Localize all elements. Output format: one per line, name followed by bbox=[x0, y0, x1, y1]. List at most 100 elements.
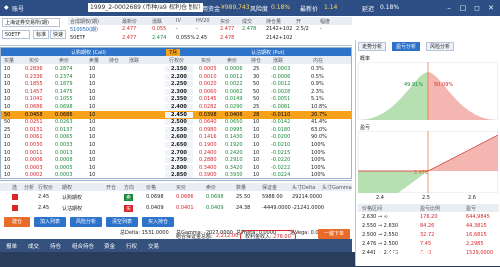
chain-cell[interactable]: 10 bbox=[89, 74, 95, 80]
chain-cell[interactable]: 0.0263 bbox=[55, 119, 73, 125]
chain-cell[interactable]: 10 bbox=[89, 172, 95, 178]
chain-cell[interactable]: 10 bbox=[89, 89, 95, 95]
maximize-icon[interactable]: □ bbox=[458, 3, 468, 13]
chain-cell[interactable]: 0.1475 bbox=[55, 89, 73, 95]
chain-cell[interactable]: 25 bbox=[4, 127, 10, 133]
minimize-icon[interactable]: – bbox=[444, 3, 454, 13]
chain-cell[interactable]: 0.0251 bbox=[25, 119, 43, 125]
chain-cell[interactable]: 0.0131 bbox=[25, 127, 43, 133]
chain-cell[interactable]: 0.2910 bbox=[225, 157, 243, 163]
leg-side[interactable]: 卖 bbox=[124, 194, 134, 201]
chain-cell[interactable]: 0.0020 bbox=[199, 81, 217, 87]
chain-cell[interactable]: 0.3% bbox=[311, 66, 324, 72]
chain-cell[interactable]: 50 bbox=[253, 89, 259, 95]
chain-cell[interactable]: 0.0282 bbox=[199, 104, 217, 110]
chain-cell[interactable]: 0.1416 bbox=[199, 134, 217, 140]
tab-funds[interactable]: 资金 bbox=[104, 242, 115, 250]
buy-position-button[interactable]: 买入持仓 bbox=[142, 217, 174, 227]
chain-cell[interactable]: 10 bbox=[253, 150, 259, 156]
chain-cell[interactable]: 0.0006 bbox=[225, 66, 243, 72]
tab-pnl[interactable]: 盈亏分析 bbox=[392, 42, 421, 51]
chain-cell[interactable]: 0.1920 bbox=[225, 142, 243, 148]
chain-cell[interactable]: 10 bbox=[89, 66, 95, 72]
chain-cell[interactable]: 0.0458 bbox=[25, 112, 43, 118]
chain-cell[interactable]: -0.0028 bbox=[271, 89, 290, 95]
chain-cell[interactable]: 0.0022 bbox=[225, 81, 243, 87]
chain-cell[interactable]: 0.0060 bbox=[199, 89, 217, 95]
chain-cell[interactable]: 10 bbox=[253, 134, 259, 140]
chain-cell[interactable]: 10 bbox=[4, 66, 10, 72]
chain-cell[interactable]: 100% bbox=[311, 165, 325, 171]
tab-trend[interactable]: 走势分析 bbox=[358, 42, 387, 51]
chain-cell[interactable]: 0.0005 bbox=[55, 165, 73, 171]
chain-cell[interactable]: 10 bbox=[253, 157, 259, 163]
chain-cell[interactable]: -0.0220 bbox=[271, 157, 290, 163]
chain-cell[interactable]: 0.9% bbox=[311, 81, 324, 87]
risk-analysis-button[interactable]: 风险分析 bbox=[70, 217, 102, 227]
chain-cell[interactable]: 0.2874 bbox=[55, 66, 73, 72]
chain-cell[interactable]: 100% bbox=[311, 150, 325, 156]
chain-cell[interactable]: 20.7% bbox=[311, 112, 327, 118]
chain-cell[interactable]: 10 bbox=[253, 127, 259, 133]
order-leg-row[interactable]: 卖 2.45 认购期权 0.0698 0.0686 0.0698 25.50 5988.00 2… bbox=[0, 193, 352, 202]
chain-cell[interactable]: 0.0013 bbox=[55, 150, 73, 156]
leg-checkbox[interactable] bbox=[12, 194, 18, 200]
chain-cell[interactable]: 0.0406 bbox=[225, 112, 243, 118]
chain-cell[interactable]: 0.5% bbox=[311, 74, 324, 80]
tab-exercise[interactable]: 行权 bbox=[126, 242, 137, 250]
chain-row[interactable]: 10 0.0002 0.0003 10 2.850 0.3900 0.3930 10 -0.02… bbox=[1, 171, 351, 178]
chain-cell[interactable]: 50 bbox=[4, 119, 10, 125]
chain-cell[interactable]: 5.1% bbox=[311, 96, 324, 102]
chain-cell[interactable]: 0.0065 bbox=[55, 134, 73, 140]
add-list-button[interactable]: 加入列表 bbox=[34, 217, 66, 227]
chain-cell[interactable]: 0.0010 bbox=[199, 74, 217, 80]
chain-cell[interactable]: 10.8% bbox=[311, 104, 327, 110]
chain-cell[interactable]: 0.2400 bbox=[199, 150, 217, 156]
chain-cell[interactable]: 0.1900 bbox=[199, 142, 217, 148]
chain-cell[interactable]: 10 bbox=[4, 157, 10, 163]
chain-cell[interactable]: 25 bbox=[253, 104, 259, 110]
chain-cell[interactable]: 0.0033 bbox=[55, 142, 73, 148]
chain-cell[interactable]: 41.4% bbox=[311, 119, 327, 125]
position-select[interactable]: 权利仓 bbox=[167, 3, 190, 12]
chain-cell[interactable]: 10 bbox=[4, 150, 10, 156]
leg-qty[interactable]: 24.38 bbox=[236, 205, 250, 211]
chain-cell[interactable]: 0.0003 bbox=[25, 165, 43, 171]
chain-cell[interactable]: -0.0081 bbox=[271, 104, 290, 110]
chain-cell[interactable]: 0.0030 bbox=[25, 142, 43, 148]
chain-cell[interactable]: 0.1855 bbox=[25, 81, 43, 87]
chain-cell[interactable]: -0.0180 bbox=[271, 127, 290, 133]
chain-cell[interactable]: 10 bbox=[4, 81, 10, 87]
chain-cell[interactable]: 10 bbox=[89, 157, 95, 163]
chain-cell[interactable]: 0.2836 bbox=[25, 66, 43, 72]
chain-cell[interactable]: 10 bbox=[253, 165, 259, 171]
chain-cell[interactable]: -0.0215 bbox=[271, 150, 290, 156]
chain-cell[interactable]: 0.0005 bbox=[199, 66, 217, 72]
chain-cell[interactable]: 50 bbox=[253, 81, 259, 87]
leg-strike[interactable]: 2.45 bbox=[38, 194, 49, 200]
chain-cell[interactable]: -0.0110 bbox=[271, 112, 290, 118]
clear-list-button[interactable]: 清空列表 bbox=[106, 217, 138, 227]
chain-cell[interactable]: 10 bbox=[89, 112, 95, 118]
chain-cell[interactable]: 0.0686 bbox=[55, 112, 73, 118]
chain-cell[interactable]: -0.0003 bbox=[271, 66, 290, 72]
chain-cell[interactable]: 0.0398 bbox=[199, 112, 217, 118]
close-icon[interactable]: ✕ bbox=[486, 3, 496, 13]
chain-cell[interactable]: 0.2374 bbox=[55, 74, 73, 80]
tab-risk[interactable]: 风险分析 bbox=[426, 42, 455, 51]
chain-cell[interactable]: 10 bbox=[89, 104, 95, 110]
exchange-select[interactable]: 上海证券交易所(期) bbox=[2, 18, 60, 27]
chain-cell[interactable]: 10 bbox=[89, 142, 95, 148]
chain-cell[interactable]: 10 bbox=[89, 81, 95, 87]
chain-cell[interactable]: 0.0149 bbox=[225, 96, 243, 102]
build-button[interactable]: 建仓 bbox=[4, 217, 30, 227]
chain-cell[interactable]: 0.1430 bbox=[225, 134, 243, 140]
chain-cell[interactable]: 0.3930 bbox=[225, 172, 243, 178]
chain-cell[interactable]: 0.3900 bbox=[199, 172, 217, 178]
chain-cell[interactable]: 10 bbox=[4, 74, 10, 80]
chain-cell[interactable]: 10 bbox=[4, 134, 10, 140]
chain-cell[interactable]: 10 bbox=[4, 104, 10, 110]
chain-cell[interactable]: 0.3400 bbox=[199, 165, 217, 171]
contract-select[interactable]: 50ETF bbox=[2, 30, 30, 39]
chain-cell[interactable]: 50 bbox=[4, 112, 10, 118]
